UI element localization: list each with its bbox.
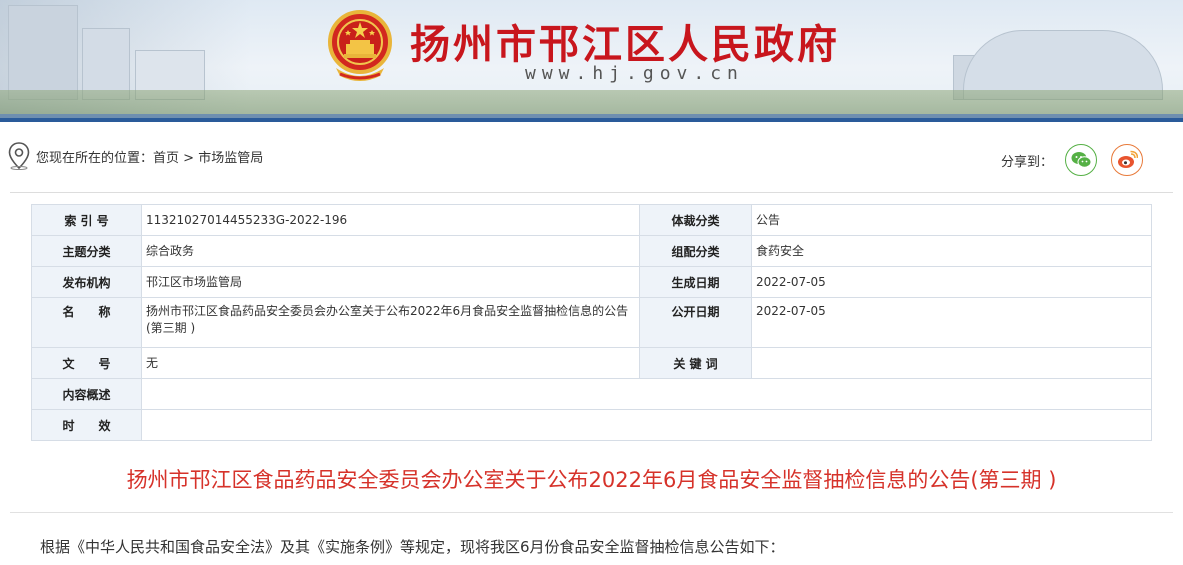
location-pin-icon	[8, 142, 30, 170]
index-value: 11321027014455233G-2022-196	[141, 204, 640, 236]
table-row: 主题分类 综合政务 组配分类 食药安全	[31, 235, 1152, 267]
banner-trees	[0, 90, 1183, 116]
genre-value: 公告	[751, 204, 1152, 236]
topic-label: 主题分类	[31, 235, 142, 267]
doc-number-value: 无	[141, 347, 640, 379]
location-bar: 您现在所在的位置：首页 > 市场监管局 分享到：	[0, 122, 1183, 194]
site-banner: 扬州市邗江区人民政府 www.hj.gov.cn	[0, 0, 1183, 122]
share-label: 分享到：	[1000, 154, 1053, 170]
article-title: 扬州市邗江区食品药品安全委员会办公室关于公布2022年6月食品安全监督抽检信息的…	[126, 468, 1057, 492]
org-category-label: 组配分类	[639, 235, 752, 267]
public-date-label: 公开日期	[639, 297, 752, 348]
share-weibo-button[interactable]	[1111, 144, 1143, 176]
table-row: 文 号 无 关 键 词	[31, 347, 1152, 379]
created-date-label: 生成日期	[639, 266, 752, 298]
breadcrumb-separator: >	[183, 151, 195, 166]
index-label: 索 引 号	[31, 204, 142, 236]
summary-label: 内容概述	[31, 378, 142, 410]
summary-value	[141, 378, 1152, 410]
wechat-icon	[1071, 152, 1092, 168]
weibo-icon	[1118, 150, 1138, 168]
table-row: 时 效	[31, 409, 1152, 441]
article-divider	[10, 512, 1173, 513]
validity-label: 时 效	[31, 409, 142, 441]
breadcrumb-prefix: 您现在所在的位置：	[36, 151, 154, 166]
breadcrumb-home-link[interactable]: 首页	[153, 151, 179, 166]
share-wechat-button[interactable]	[1065, 144, 1097, 176]
org-category-value: 食药安全	[751, 235, 1152, 267]
share-bar: 分享到：	[1001, 144, 1143, 176]
name-value: 扬州市邗江区食品药品安全委员会办公室关于公布2022年6月食品安全监督抽检信息的…	[141, 297, 640, 348]
publisher-label: 发布机构	[31, 266, 142, 298]
keyword-label: 关 键 词	[639, 347, 752, 379]
table-row: 发布机构 邗江区市场监管局 生成日期 2022-07-05	[31, 266, 1152, 298]
validity-value	[141, 409, 1152, 441]
site-title: 扬州市邗江区人民政府	[410, 21, 840, 68]
national-emblem-icon	[328, 10, 392, 81]
article-body-paragraph: 根据《中华人民共和国食品安全法》及其《实施条例》等规定，现将我区6月份食品安全监…	[40, 538, 785, 556]
site-url: www.hj.gov.cn	[525, 63, 744, 84]
public-date-value: 2022-07-05	[751, 297, 1152, 348]
breadcrumb-current-link[interactable]: 市场监管局	[198, 151, 263, 166]
location-divider	[10, 192, 1173, 193]
banner-building	[8, 5, 78, 100]
topic-value: 综合政务	[141, 235, 640, 267]
document-info-table: 索 引 号 11321027014455233G-2022-196 体裁分类 公…	[31, 204, 1152, 441]
breadcrumb: 您现在所在的位置：首页 > 市场监管局	[36, 147, 263, 166]
genre-label: 体裁分类	[639, 204, 752, 236]
publisher-value: 邗江区市场监管局	[141, 266, 640, 298]
table-row: 内容概述	[31, 378, 1152, 410]
name-label: 名 称	[31, 297, 142, 348]
keyword-value	[751, 347, 1152, 379]
doc-number-label: 文 号	[31, 347, 142, 379]
table-row: 名 称 扬州市邗江区食品药品安全委员会办公室关于公布2022年6月食品安全监督抽…	[31, 297, 1152, 348]
created-date-value: 2022-07-05	[751, 266, 1152, 298]
table-row: 索 引 号 11321027014455233G-2022-196 体裁分类 公…	[31, 204, 1152, 236]
